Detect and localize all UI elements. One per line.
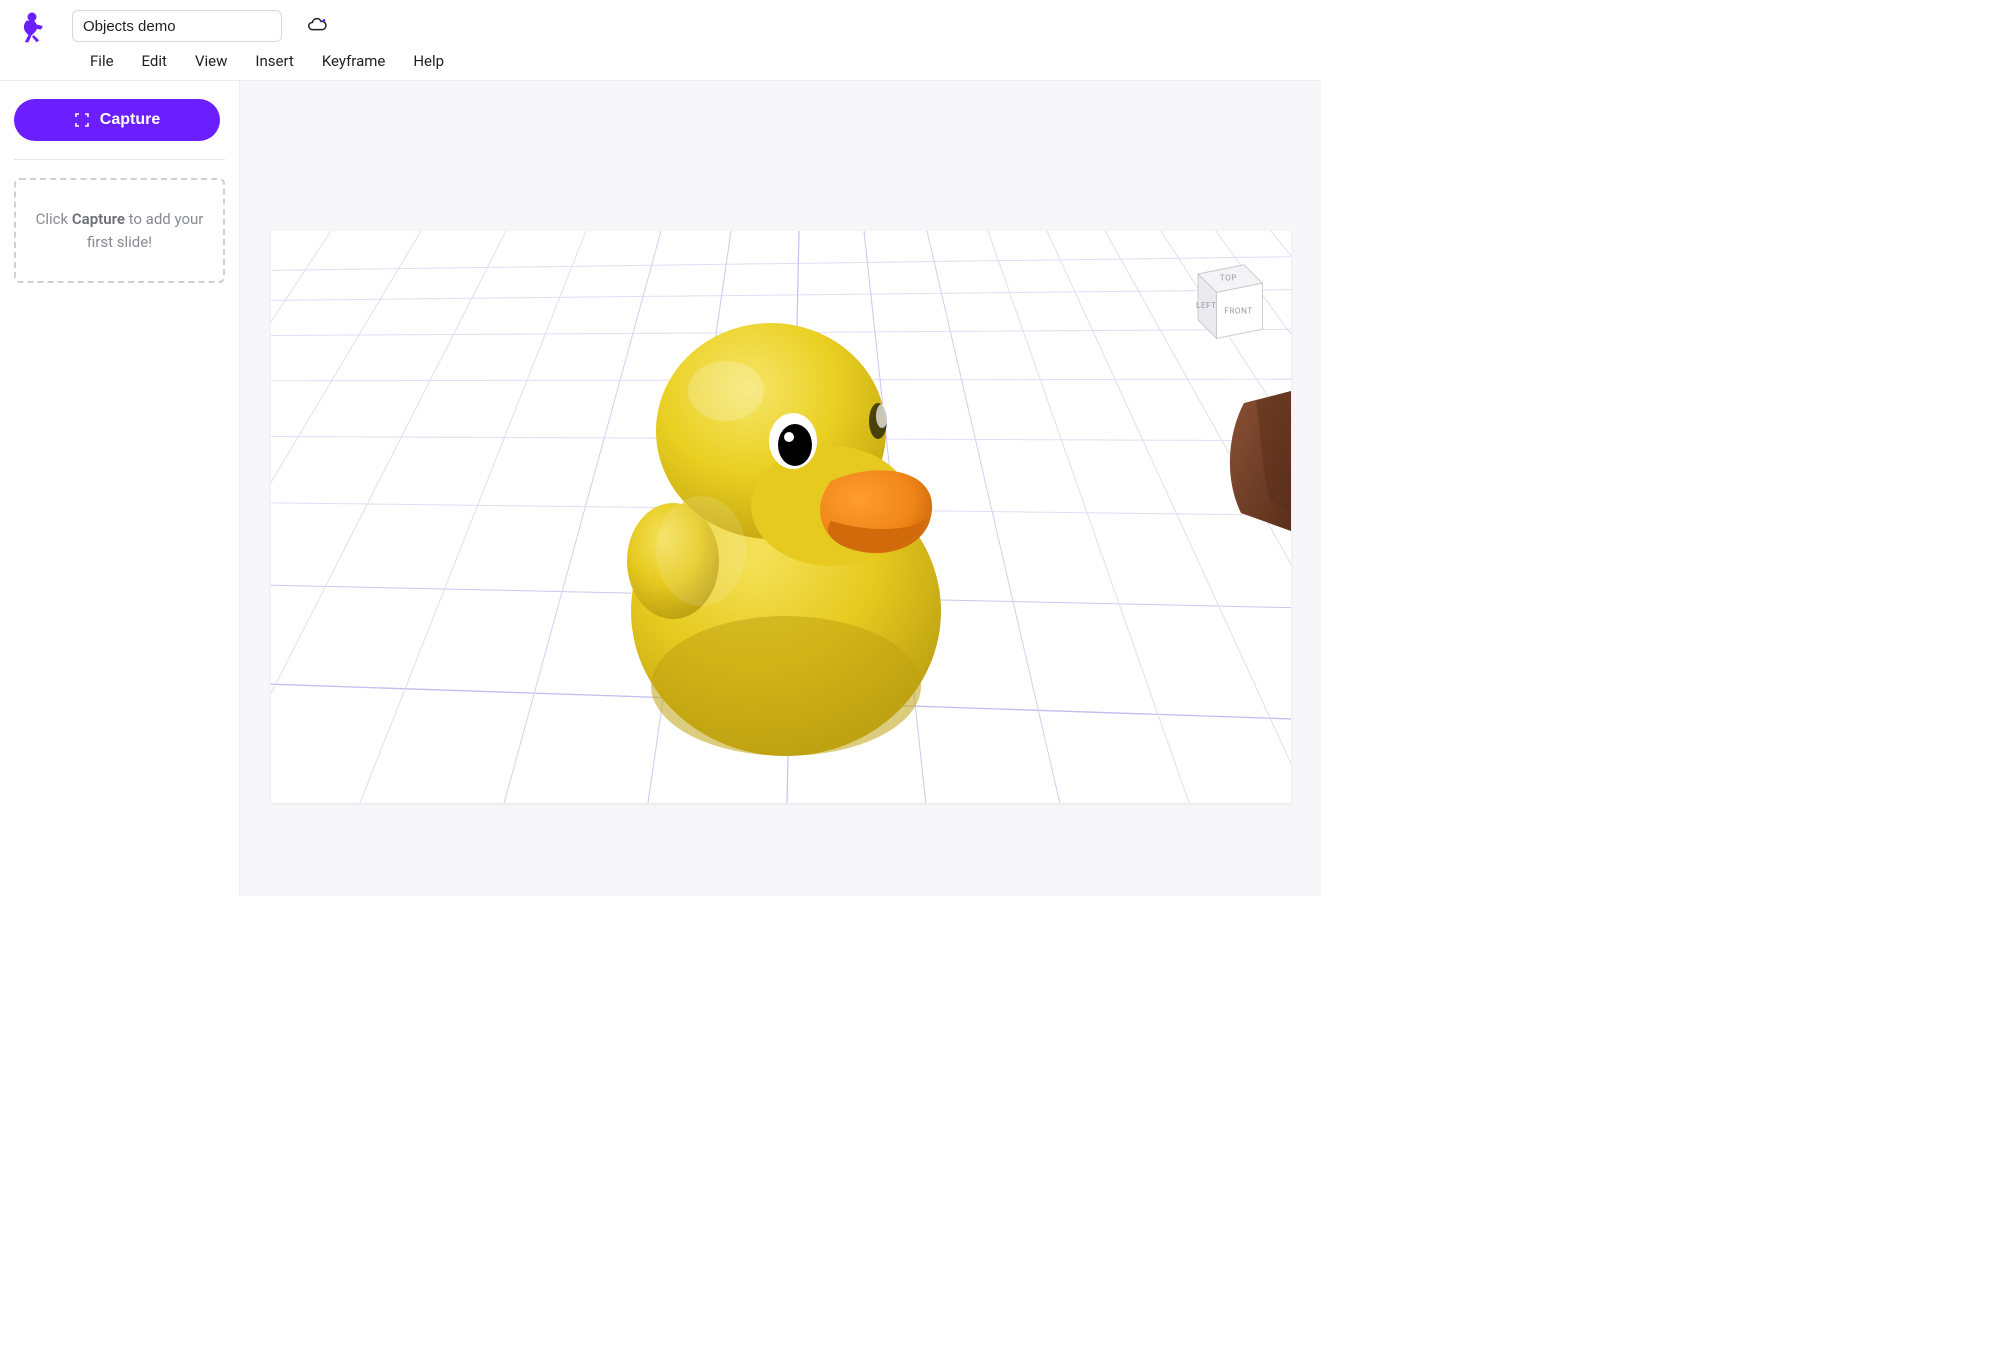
viewport-3d[interactable]: TOP FRONT LEFT (271, 231, 1291, 803)
view-cube-top-label: TOP (1219, 273, 1236, 283)
menu-help[interactable]: Help (413, 52, 444, 70)
empty-slide-hint: Click Capture to add your first slide! (14, 178, 225, 283)
canvas-area: TOP FRONT LEFT (240, 81, 1321, 896)
menu-edit[interactable]: Edit (142, 52, 167, 70)
sidebar: Capture Click Capture to add your first … (0, 81, 240, 896)
capture-button-label: Capture (100, 111, 160, 129)
menu-keyframe[interactable]: Keyframe (322, 52, 386, 70)
app-logo-icon[interactable] (12, 6, 52, 46)
capture-button[interactable]: Capture (14, 99, 220, 141)
scene-grid (271, 231, 1291, 803)
object-rubber-duck (627, 323, 941, 756)
view-cube-gizmo[interactable]: TOP FRONT LEFT (1175, 251, 1267, 343)
sidebar-divider (14, 159, 225, 160)
menu-file[interactable]: File (90, 52, 114, 70)
cloud-sync-icon[interactable] (306, 15, 328, 37)
empty-hint-strong: Capture (72, 210, 125, 228)
object-chair-leg (1229, 391, 1290, 531)
menubar: File Edit View Insert Keyframe Help (12, 46, 1309, 80)
capture-frame-icon (74, 112, 90, 128)
document-title-input[interactable] (72, 10, 282, 42)
menu-insert[interactable]: Insert (255, 52, 293, 70)
empty-hint-prefix: Click (36, 210, 72, 228)
topbar: File Edit View Insert Keyframe Help (0, 0, 1321, 81)
view-cube-left-label: LEFT (1195, 301, 1216, 311)
view-cube-front-label: FRONT (1224, 307, 1252, 317)
menu-view[interactable]: View (195, 52, 227, 70)
